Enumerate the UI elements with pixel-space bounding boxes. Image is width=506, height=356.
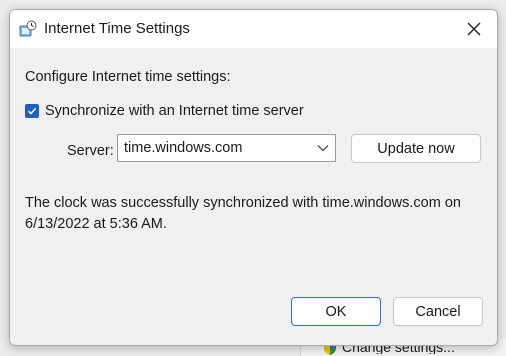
- ok-button[interactable]: OK: [291, 297, 381, 326]
- server-combobox[interactable]: time.windows.com: [117, 134, 336, 162]
- settings-heading: Configure Internet time settings:: [25, 69, 231, 85]
- dialog-title: Internet Time Settings: [44, 20, 190, 37]
- internet-time-settings-dialog: Internet Time Settings Configure Interne…: [9, 9, 498, 346]
- sync-status-line-1: The clock was successfully synchronized …: [25, 195, 461, 211]
- clock-globe-icon: [19, 20, 37, 37]
- server-value[interactable]: time.windows.com: [124, 140, 242, 156]
- update-now-button[interactable]: Update now: [351, 134, 481, 163]
- close-icon: [467, 22, 481, 36]
- chevron-down-icon[interactable]: [317, 144, 329, 152]
- cancel-button[interactable]: Cancel: [393, 297, 483, 326]
- sync-status-line-2: 6/13/2022 at 5:36 AM.: [25, 216, 167, 232]
- dialog-content: Configure Internet time settings: Synchr…: [10, 48, 497, 345]
- close-button[interactable]: [451, 10, 497, 48]
- checkmark-icon: [27, 107, 37, 115]
- title-bar[interactable]: Internet Time Settings: [10, 10, 497, 48]
- sync-option-row[interactable]: Synchronize with an Internet time server: [25, 103, 304, 119]
- server-label: Server:: [67, 143, 114, 159]
- sync-checkbox[interactable]: [25, 104, 39, 118]
- sync-status-text: The clock was successfully synchronized …: [25, 193, 485, 235]
- sync-checkbox-label[interactable]: Synchronize with an Internet time server: [45, 103, 304, 119]
